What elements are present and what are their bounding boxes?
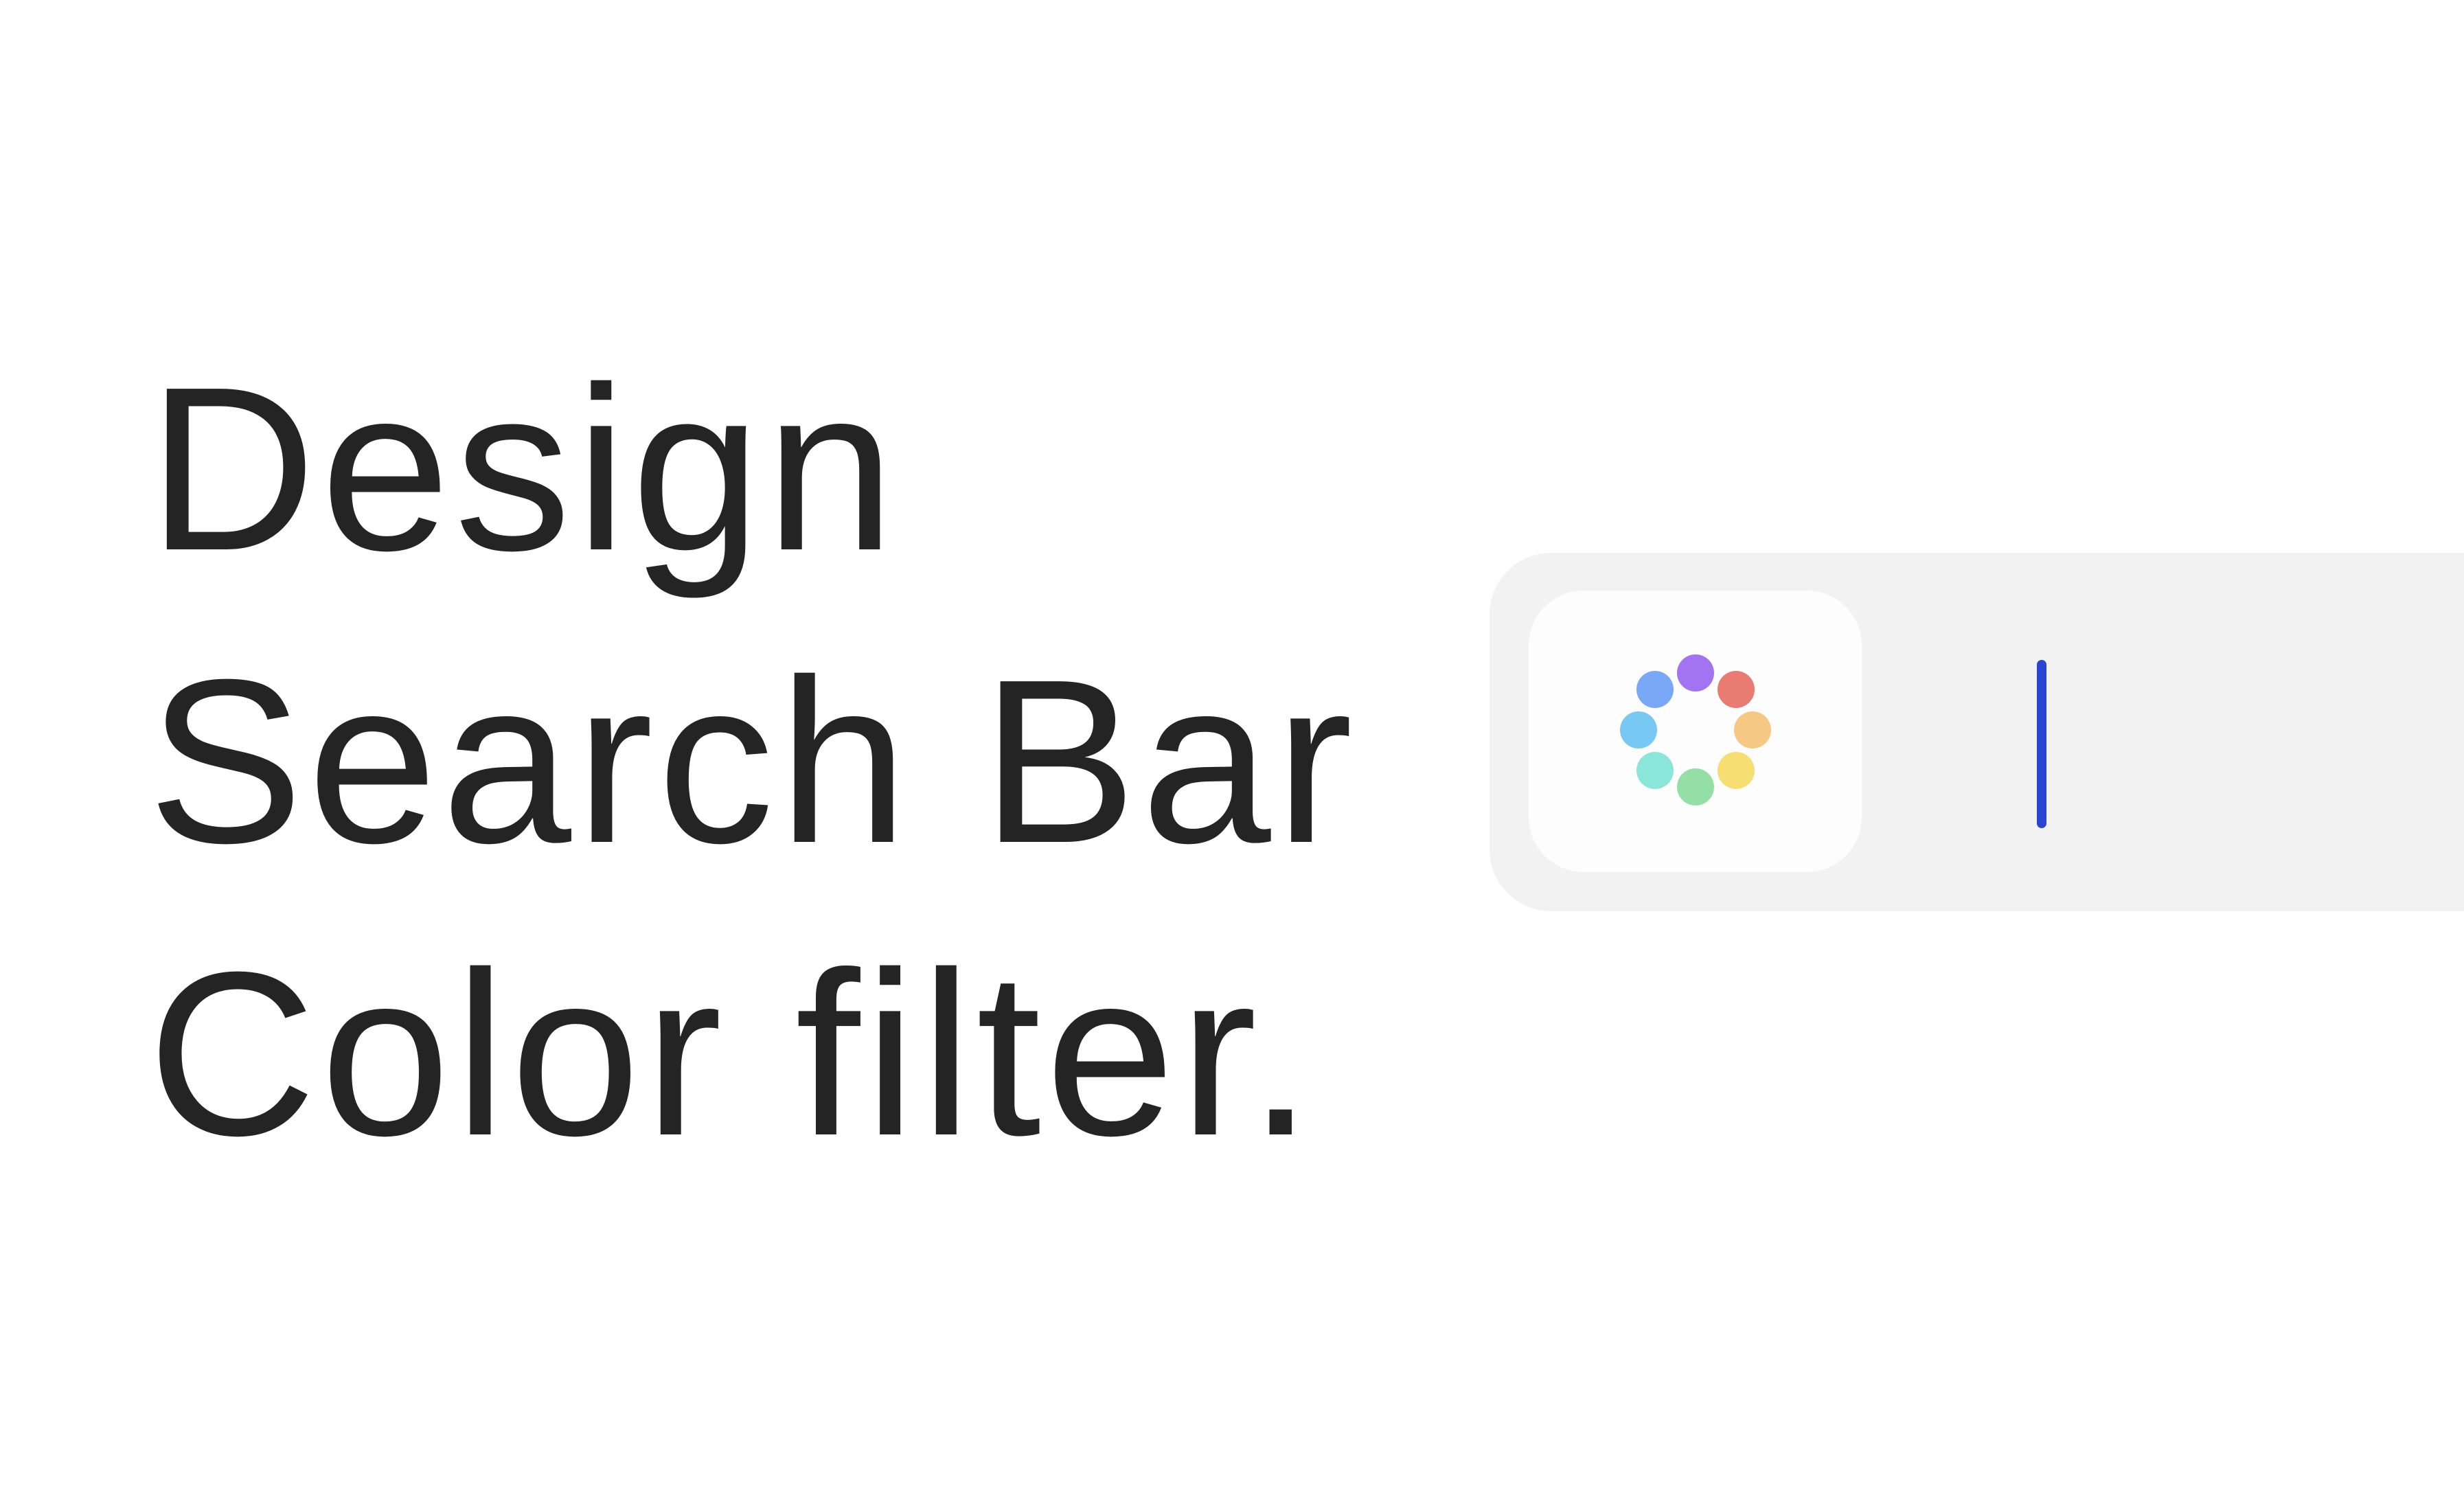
color-dot <box>1734 711 1771 748</box>
search-input-text-cursor[interactable] <box>2037 660 2046 828</box>
color-dot <box>1636 751 1674 789</box>
search-bar[interactable] <box>1490 553 2464 911</box>
color-dot <box>1677 768 1714 805</box>
color-dot <box>1717 751 1755 789</box>
color-dot <box>1636 671 1674 709</box>
color-wheel-icon <box>1529 591 1862 872</box>
color-dot <box>1620 711 1657 748</box>
headline-line-2: Search Bar <box>148 631 1357 892</box>
headline-line-3: Color filter. <box>148 924 1317 1185</box>
color-dot <box>1677 654 1714 692</box>
color-filter-button[interactable] <box>1529 591 1862 872</box>
headline: Design Search Bar Color filter. <box>148 323 1357 1200</box>
headline-line-1: Design <box>148 339 900 599</box>
color-dot <box>1717 671 1755 709</box>
